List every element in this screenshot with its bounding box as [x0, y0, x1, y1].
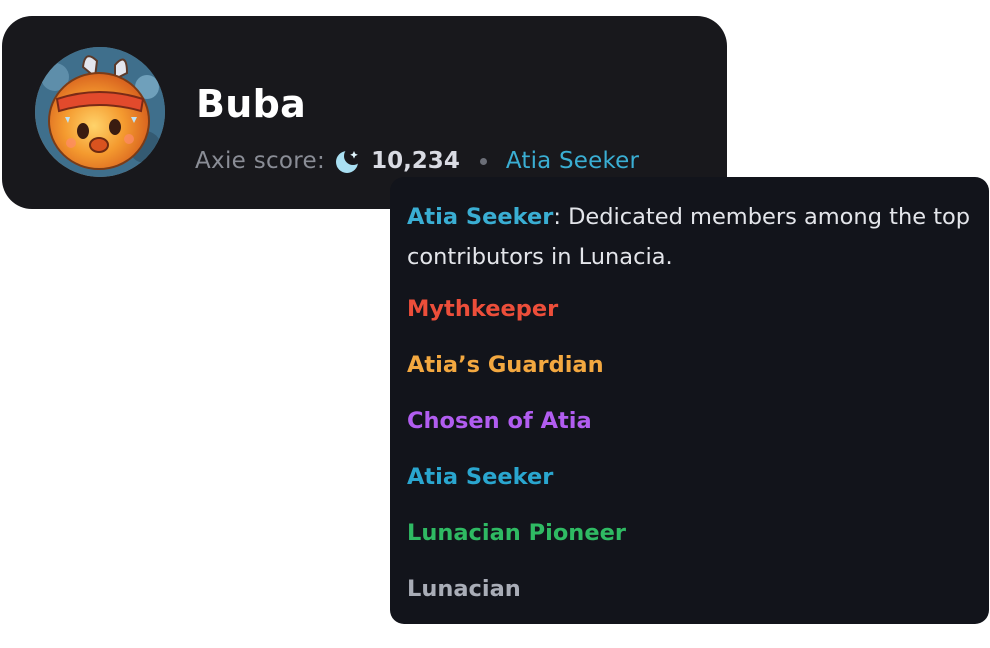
tooltip-description: Atia Seeker: Dedicated members among the…	[407, 197, 971, 277]
crescent-moon-icon	[335, 148, 361, 174]
tier-list: Mythkeeper Atia’s Guardian Chosen of Ati…	[407, 293, 971, 629]
axie-avatar-image	[35, 47, 165, 177]
avatar[interactable]	[35, 47, 165, 177]
tier-atias-guardian: Atia’s Guardian	[407, 352, 604, 378]
separator-dot	[479, 157, 487, 165]
username: Buba	[196, 82, 307, 126]
tier-lunacian-pioneer: Lunacian Pioneer	[407, 520, 626, 546]
rank-link[interactable]: Atia Seeker	[506, 145, 639, 177]
rank-tooltip: Atia Seeker: Dedicated members among the…	[390, 177, 989, 624]
tier-atia-seeker: Atia Seeker	[407, 464, 554, 490]
tier-mythkeeper: Mythkeeper	[407, 296, 559, 322]
score-row: Axie score: 10,234 Atia Seeker	[195, 145, 639, 177]
score-value: 10,234	[371, 148, 460, 174]
tier-lunacian: Lunacian	[407, 576, 521, 602]
tooltip-highlight: Atia Seeker	[407, 204, 554, 230]
score-label: Axie score:	[195, 148, 326, 174]
tier-chosen-of-atia: Chosen of Atia	[407, 408, 592, 434]
